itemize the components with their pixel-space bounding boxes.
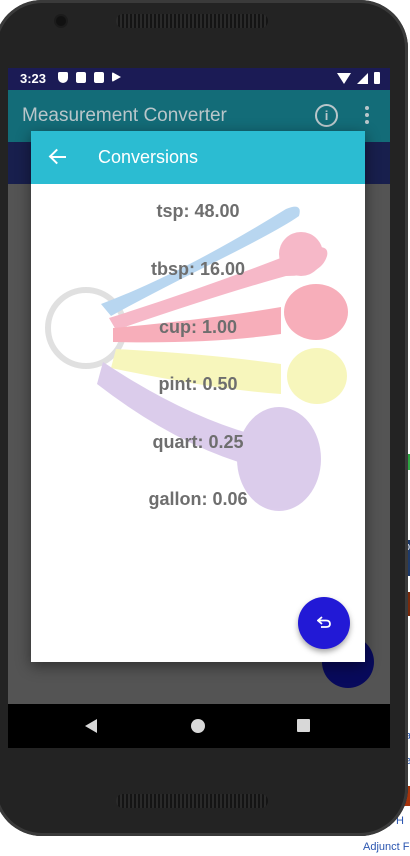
more-vertical-icon[interactable] (365, 106, 369, 127)
shield-icon (58, 72, 68, 83)
undo-icon (317, 616, 331, 628)
play-store-icon (112, 72, 121, 82)
dialog-title: Conversions (98, 147, 199, 167)
result-cup: cup: 1.00 (158, 317, 238, 337)
dialog-toolbar: Conversions (31, 131, 365, 184)
bottom-speaker (116, 794, 268, 808)
result-tsp: tsp: 48.00 (156, 201, 240, 221)
info-circle-icon[interactable]: i (315, 104, 338, 127)
result-quart: quart: 0.25 (152, 432, 244, 452)
result-pint: pint: 0.50 (158, 374, 238, 394)
result-gallon: gallon: 0.06 (148, 489, 248, 509)
nav-recents-icon[interactable] (297, 719, 310, 732)
status-system-icons (337, 72, 380, 84)
conversions-dialog: Conversions tsp: 48.00 tbsp: 16.00 cup: … (31, 131, 365, 662)
measuring-spoons-image (45, 206, 348, 511)
arrow-left-icon[interactable] (48, 148, 67, 166)
front-camera (56, 16, 66, 26)
result-tbsp: tbsp: 16.00 (150, 259, 246, 279)
wifi-icon (337, 72, 351, 84)
nav-home-icon[interactable] (191, 719, 205, 733)
undo-fab-button[interactable] (298, 597, 350, 649)
status-bar: 3:23 (8, 68, 390, 90)
nav-back-icon[interactable] (85, 719, 97, 733)
battery-icon (374, 72, 380, 84)
signal-icon (357, 72, 368, 84)
status-time: 3:23 (20, 71, 47, 86)
status-notification-icons (58, 72, 121, 83)
system-nav-bar (8, 704, 390, 748)
backdrop-text[interactable]: Adjunct F (363, 841, 409, 853)
notification-a-icon (76, 72, 86, 83)
sd-card-icon (94, 72, 104, 83)
earpiece-speaker (116, 14, 268, 28)
app-title: Measurement Converter (22, 105, 227, 126)
